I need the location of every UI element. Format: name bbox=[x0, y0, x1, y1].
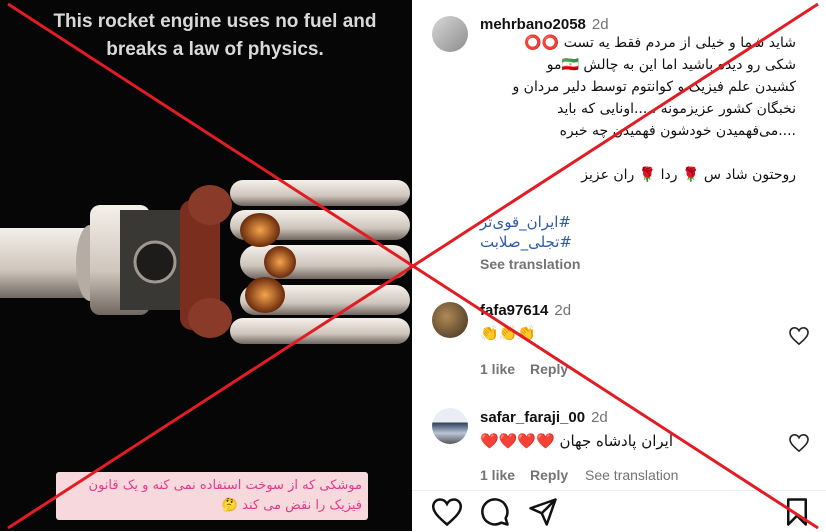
comment-time: 2d bbox=[591, 409, 608, 426]
comment-time: 2d bbox=[554, 302, 572, 319]
caption-line: شکی رو دیده باشید اما این به چالش 🇮🇷مو bbox=[546, 57, 796, 73]
see-translation-link[interactable]: See translation bbox=[585, 467, 678, 483]
caption-line: روحتون شاد س 🌹 ردا 🌹 ران عزیز bbox=[581, 167, 796, 183]
comments-panel: mehrbano2058 2d شاید شما و خیلی از مردم ف… bbox=[412, 0, 826, 531]
bookmark-icon[interactable] bbox=[782, 497, 812, 527]
comment-text: ایران پادشاه جهان ❤️❤️❤️❤️ bbox=[480, 432, 674, 450]
post-hashtags: #ایران_قوی‌تر #تجلی_صلابت bbox=[480, 212, 572, 252]
comment-avatar[interactable] bbox=[432, 408, 468, 444]
heart-icon[interactable] bbox=[432, 497, 462, 527]
comment-author[interactable]: fafa97614 bbox=[480, 302, 548, 319]
video-top-caption: This rocket engine uses no fuel and brea… bbox=[53, 11, 377, 60]
comment-icon[interactable] bbox=[480, 497, 510, 527]
caption-line: نخبگان کشور عزیزمونه .....اونایی که باید bbox=[557, 101, 796, 117]
comment-reply-button[interactable]: Reply bbox=[530, 467, 568, 483]
post-action-bar bbox=[412, 490, 826, 532]
comment-avatar[interactable] bbox=[432, 302, 468, 338]
hashtag-link[interactable]: #ایران_قوی‌تر bbox=[480, 212, 572, 232]
rocket-engine-image bbox=[0, 180, 410, 344]
comment-username[interactable]: fafa97614 2d bbox=[480, 302, 571, 319]
comment-likes[interactable]: 1 like bbox=[480, 467, 515, 483]
post-time: 2d bbox=[591, 16, 609, 33]
comment-reply-button[interactable]: Reply bbox=[530, 361, 568, 377]
post-author-name[interactable]: mehrbano2058 bbox=[480, 16, 586, 33]
comment-author[interactable]: safar_faraji_00 bbox=[480, 409, 585, 426]
comment-text: 👏👏👏 bbox=[480, 324, 537, 342]
comment-username[interactable]: safar_faraji_00 2d bbox=[480, 409, 608, 426]
see-translation-link[interactable]: See translation bbox=[480, 256, 580, 272]
heart-icon[interactable] bbox=[789, 434, 809, 452]
video-player[interactable]: This rocket engine uses no fuel and brea… bbox=[0, 0, 412, 531]
caption-line: شاید شما و خیلی از مردم فقط یه تست ⭕⭕ bbox=[524, 35, 796, 51]
post-author-username[interactable]: mehrbano2058 2d bbox=[480, 16, 609, 33]
video-bottom-caption: موشکی که از سوخت استفاده نمی کنه و یک قا… bbox=[56, 472, 368, 520]
caption-line bbox=[446, 142, 796, 164]
caption-line: کشیدن علم فیزیک و کوانتوم توسط دلیر مردا… bbox=[512, 79, 796, 95]
hashtag-link[interactable]: #تجلی_صلابت bbox=[480, 232, 572, 252]
post-caption: شاید شما و خیلی از مردم فقط یه تست ⭕⭕ شک… bbox=[446, 32, 796, 186]
share-icon[interactable] bbox=[528, 497, 558, 527]
caption-line: ....می‌فهمیدن خودشون فهمیدن چه خبره bbox=[559, 123, 796, 139]
comment-likes[interactable]: 1 like bbox=[480, 361, 515, 377]
heart-icon[interactable] bbox=[789, 327, 809, 345]
